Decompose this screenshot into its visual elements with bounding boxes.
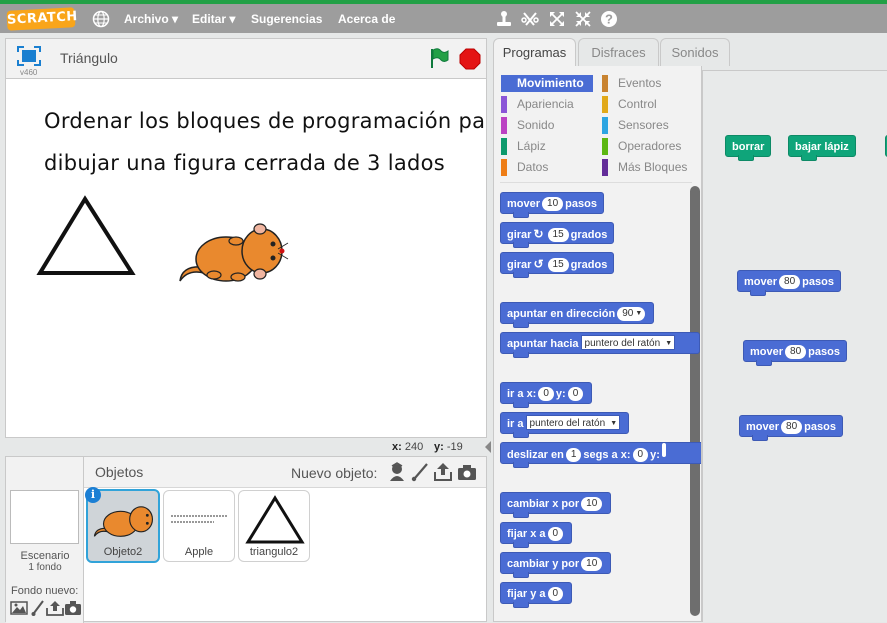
duplicate-stamp-icon[interactable]	[495, 10, 513, 28]
block-goto-xy[interactable]: ir a x: 0 y: 0	[500, 382, 593, 408]
sprite-tile-triangulo2[interactable]: triangulo2	[238, 490, 310, 562]
triangle-thumbnail	[245, 495, 305, 544]
stage-thumbnail[interactable]	[10, 490, 79, 544]
stage-label: Escenario	[20, 550, 70, 562]
block-point-towards[interactable]: apuntar hacia puntero del ratón	[500, 332, 700, 358]
camera-sprite-icon[interactable]	[457, 462, 477, 482]
block-turn-right[interactable]: girar ↻ 15 grados	[500, 222, 615, 248]
stage-selector[interactable]: Escenario 1 fondo Fondo nuevo:	[6, 457, 84, 623]
mouse-x-readout: x: 240	[392, 441, 424, 453]
green-flag-icon[interactable]	[428, 47, 450, 69]
sprite-name: Objeto2	[103, 546, 143, 558]
palette-divider	[500, 182, 692, 183]
fullscreen-icon[interactable]	[17, 46, 41, 66]
block-set-x[interactable]: fijar x a0	[500, 522, 573, 548]
category-eventos[interactable]: Eventos	[602, 75, 694, 92]
menu-file[interactable]: Archivo ▾	[124, 12, 178, 26]
block-point-direction[interactable]: apuntar en dirección 90	[500, 302, 655, 328]
stage-header: v460 Triángulo	[5, 38, 487, 78]
rotate-counterclockwise-icon: ↺	[533, 257, 544, 271]
category-sensores[interactable]: Sensores	[602, 117, 694, 134]
new-sprite-label: Nuevo objeto:	[291, 465, 378, 481]
category-más-bloques[interactable]: Más Bloques	[602, 159, 694, 176]
category-control[interactable]: Control	[602, 96, 694, 113]
category-datos[interactable]: Datos	[501, 159, 593, 176]
menu-edit[interactable]: Editar ▾	[192, 12, 235, 26]
block-palette: Movimiento Eventos Apariencia Control Sonido…	[493, 66, 702, 622]
script-block-move-2[interactable]: mover 80 pasos	[743, 340, 847, 366]
block-glide[interactable]: deslizar en 1 segs a x: 0 y:	[500, 442, 701, 468]
sprites-title: Objetos	[95, 464, 144, 480]
scripts-area[interactable]: borrar bajar lápiz mover 80 pasos mover 80 p…	[702, 70, 887, 622]
upload-sprite-icon[interactable]	[433, 462, 453, 482]
menu-about[interactable]: Acerca de	[338, 12, 395, 26]
tab-costumes[interactable]: Disfraces	[578, 38, 659, 66]
block-set-y[interactable]: fijar y a0	[500, 582, 573, 608]
block-change-x[interactable]: cambiar x por 10	[500, 492, 612, 518]
choose-sprite-from-library-icon[interactable]	[387, 462, 407, 482]
svg-text:?: ?	[605, 12, 613, 27]
category-operadores[interactable]: Operadores	[602, 138, 694, 155]
paint-sprite-icon[interactable]	[410, 462, 430, 482]
sprite-pane: Escenario 1 fondo Fondo nuevo: Objetos N…	[5, 456, 487, 623]
sprite-name: Apple	[184, 546, 214, 558]
rotate-clockwise-icon: ↻	[533, 227, 544, 241]
hamster-thumbnail	[93, 506, 154, 537]
stage-canvas[interactable]: Ordenar los bloques de programación para…	[5, 78, 487, 438]
block-move-steps[interactable]: mover 10 pasos	[500, 192, 604, 218]
collapse-arrow-icon[interactable]	[484, 440, 492, 454]
stage-instruction-line2: dibujar una figura cerrada de 3 lados	[44, 151, 446, 175]
scratch-logo[interactable]: SCRATCH	[6, 7, 78, 31]
paint-backdrop-icon[interactable]	[10, 600, 28, 616]
text-sprite-thumbnail	[171, 515, 228, 523]
stage-instruction-line1: Ordenar los bloques de programación para	[44, 109, 487, 133]
brush-backdrop-icon[interactable]	[31, 600, 45, 616]
script-block-move-1[interactable]: mover 80 pasos	[737, 270, 841, 296]
help-icon[interactable]: ?	[600, 10, 618, 28]
sprite-tile-apple[interactable]: Apple	[163, 490, 235, 562]
new-backdrop-label: Fondo nuevo:	[11, 585, 79, 597]
shrink-icon[interactable]	[574, 10, 592, 28]
project-title[interactable]: Triángulo	[60, 50, 118, 66]
palette-scrollbar[interactable]	[690, 186, 700, 616]
tab-scripts[interactable]: Programas	[493, 38, 576, 67]
triangle-sprite[interactable]	[36, 195, 136, 277]
script-block-pen-down[interactable]: bajar lápiz	[788, 135, 856, 161]
delete-scissors-icon[interactable]	[521, 10, 539, 28]
tab-sounds[interactable]: Sonidos	[660, 38, 730, 66]
version-label: v460	[20, 68, 38, 77]
hamster-sprite[interactable]	[174, 219, 290, 289]
stop-sign-icon[interactable]	[459, 48, 481, 70]
category-sonido[interactable]: Sonido	[501, 117, 593, 134]
block-change-y[interactable]: cambiar y por 10	[500, 552, 612, 578]
menu-tips[interactable]: Sugerencias	[251, 12, 322, 26]
category-lápiz[interactable]: Lápiz	[501, 138, 593, 155]
backdrop-count: 1 fondo	[28, 562, 62, 573]
mouse-y-readout: y: -19	[434, 441, 463, 453]
language-globe-icon[interactable]	[92, 10, 110, 28]
script-block-move-3[interactable]: mover 80 pasos	[739, 415, 843, 441]
sprite-name: triangulo2	[249, 546, 299, 558]
block-goto[interactable]: ir a puntero del ratón	[500, 412, 630, 438]
grow-icon[interactable]	[548, 10, 566, 28]
script-block-clear[interactable]: borrar	[725, 135, 772, 161]
category-movimiento[interactable]: Movimiento	[501, 75, 593, 92]
sprites-header: Objetos Nuevo objeto:	[84, 457, 486, 488]
block-turn-left[interactable]: girar ↺ 15 grados	[500, 252, 615, 278]
sprite-tile-objeto2[interactable]: i Objeto2	[85, 487, 160, 563]
camera-backdrop-icon[interactable]	[64, 600, 82, 616]
category-apariencia[interactable]: Apariencia	[501, 96, 593, 113]
upload-backdrop-icon[interactable]	[46, 600, 64, 616]
menu-bar: SCRATCH Archivo ▾ Editar ▾ Sugerencias A…	[0, 0, 887, 33]
